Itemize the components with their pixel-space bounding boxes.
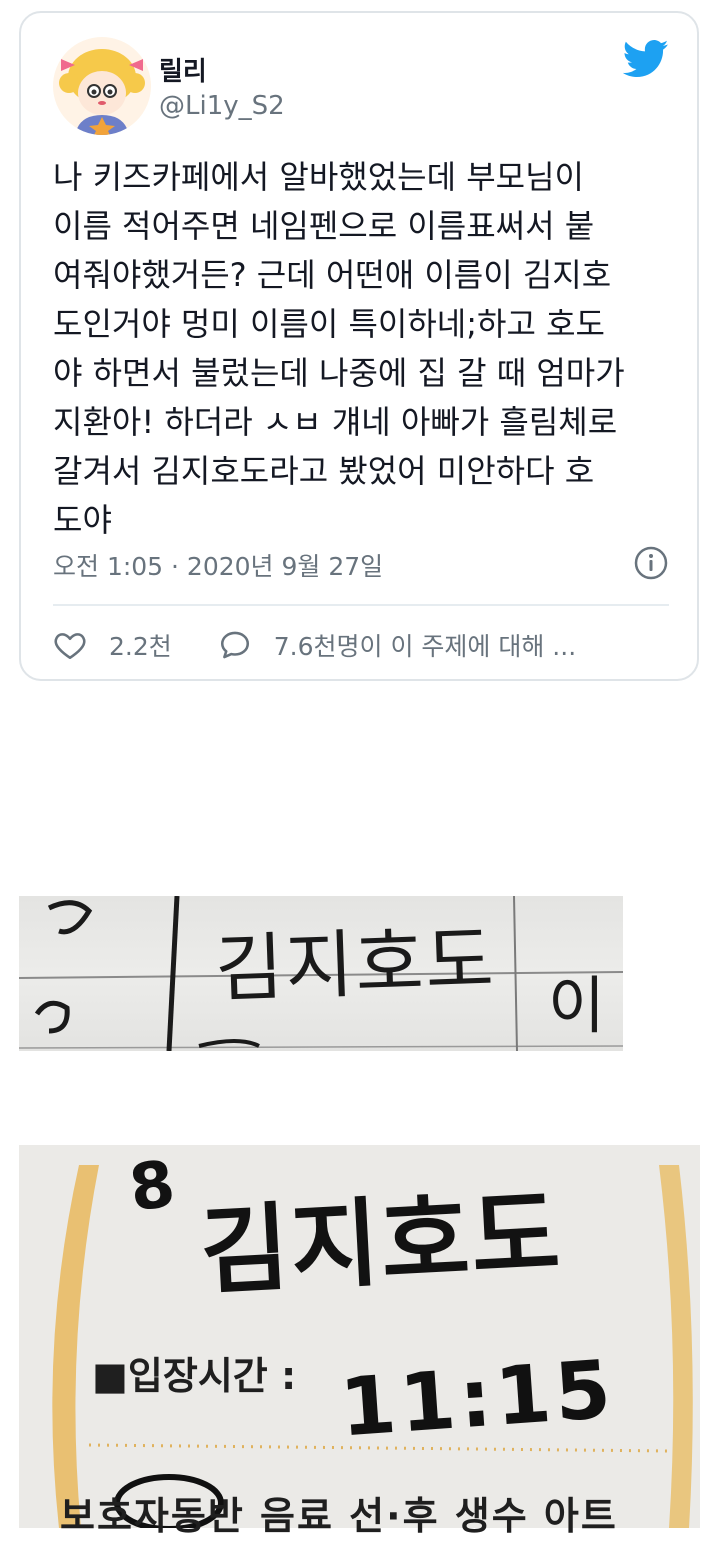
tag-handwritten-name: 김지호도 bbox=[197, 1177, 565, 1309]
like-button[interactable]: 2.2천 bbox=[53, 627, 172, 663]
heart-icon bbox=[54, 633, 86, 660]
tweet-text: 나 키즈카페에서 알바했었는데 부모님이 이름 적어주면 네임펜으로 이름표써서… bbox=[53, 158, 625, 539]
user-handle[interactable]: @Li1y_S2 bbox=[159, 91, 285, 121]
speech-bubble-icon bbox=[220, 631, 249, 659]
entry-time-label: ■입장시간 : bbox=[92, 1354, 297, 1398]
discussion-button[interactable]: 7.6천명이 이 주제에 대해 ... bbox=[218, 627, 576, 663]
divider bbox=[53, 604, 669, 606]
info-icon[interactable] bbox=[633, 545, 669, 581]
tweet-timestamp[interactable]: 오전 1:05 · 2020년 9월 27일 bbox=[53, 547, 383, 583]
avatar-illustration bbox=[53, 37, 151, 135]
tag-footer-text: 보호자동반 음료 선·후 생수 아트 bbox=[60, 1494, 618, 1538]
user-avatar[interactable] bbox=[53, 37, 151, 135]
display-name[interactable]: 릴리 bbox=[159, 51, 207, 88]
discussion-text: 7.6천명이 이 주제에 대해 ... bbox=[273, 632, 577, 661]
tweet-card[interactable]: 릴리 @Li1y_S2 나 키즈카페에서 알바했었는데 부모님이 이름 적어주면… bbox=[19, 11, 699, 681]
list-handwritten-name: 김지호도 bbox=[213, 917, 497, 1013]
tweet-actions: 2.2천 7.6천명이 이 주제에 대해 ... bbox=[53, 627, 576, 663]
twitter-bird-icon[interactable] bbox=[623, 39, 669, 79]
like-count: 2.2천 bbox=[109, 632, 172, 661]
list-side-text: 이 bbox=[548, 969, 606, 1042]
entry-time-value: 11:15 bbox=[337, 1342, 618, 1455]
